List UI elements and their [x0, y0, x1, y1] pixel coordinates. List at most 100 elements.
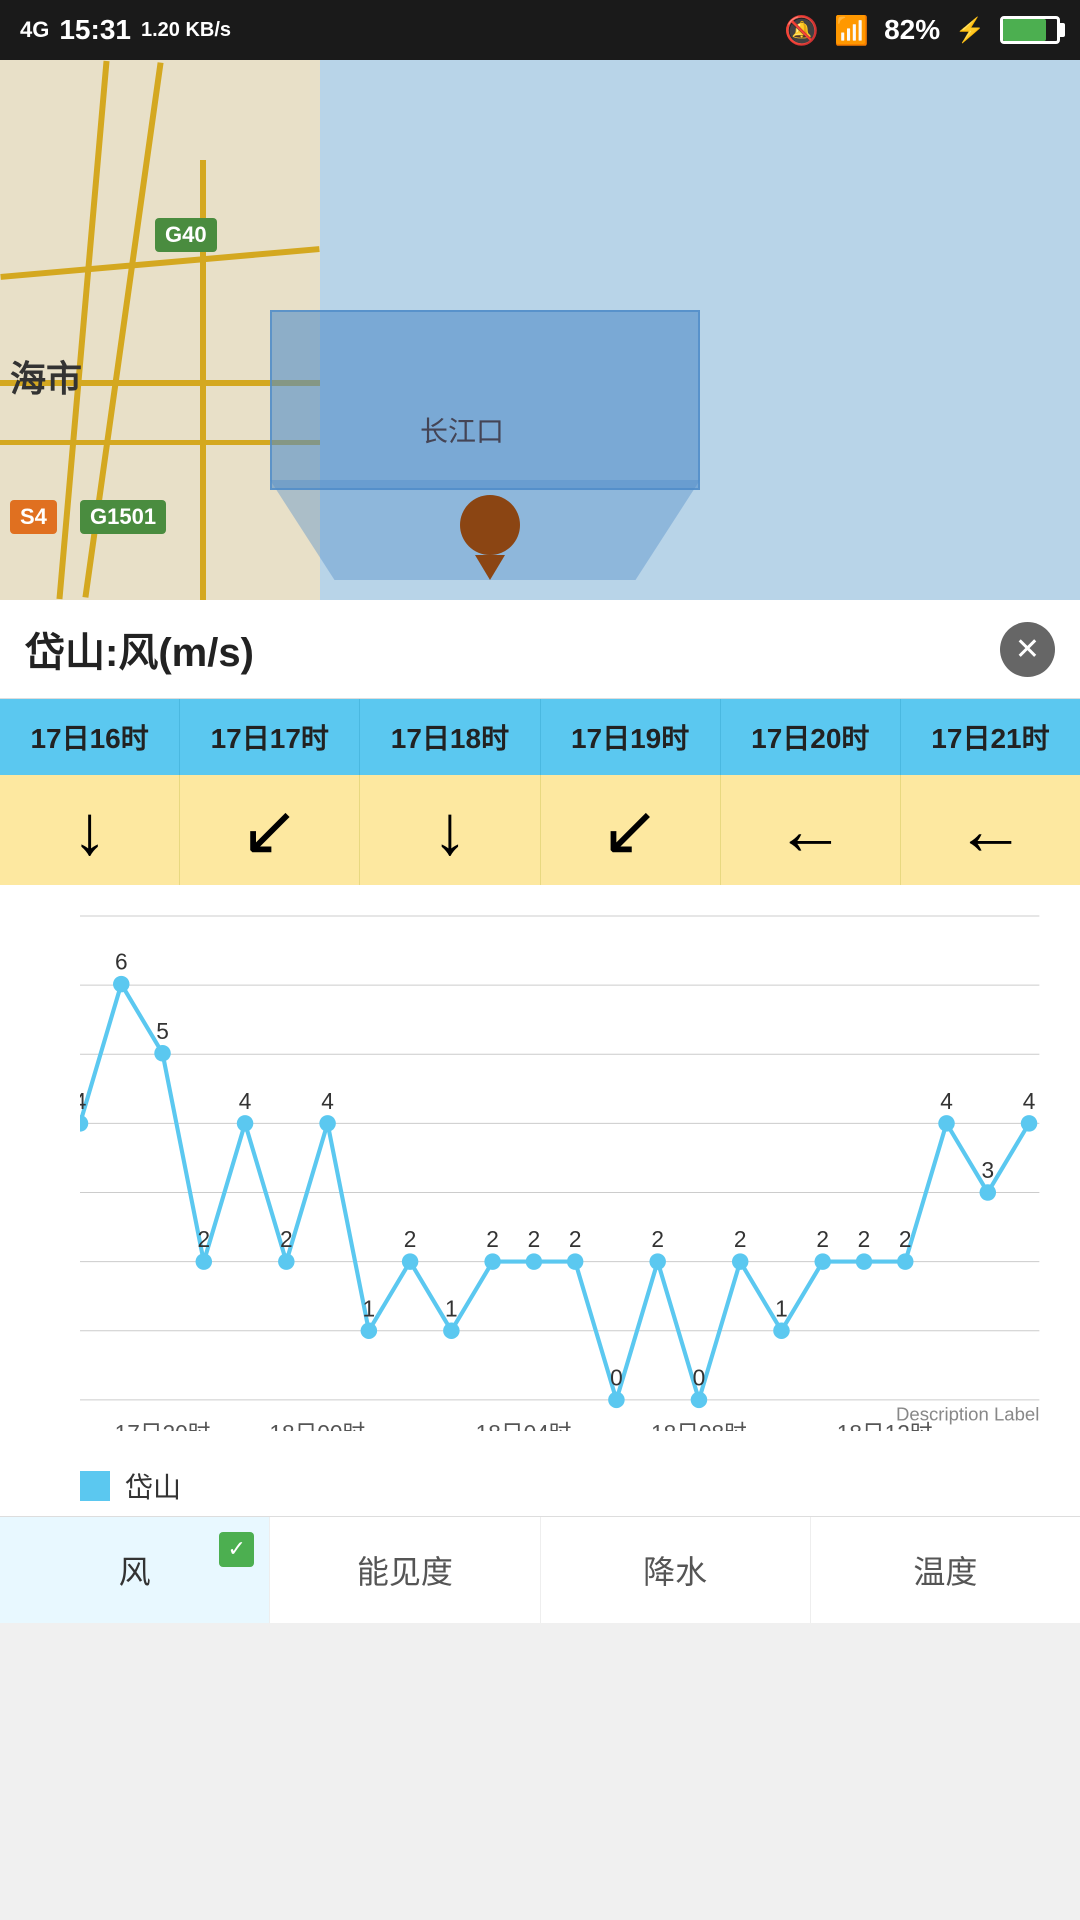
svg-text:0: 0	[693, 1364, 706, 1390]
point-3	[196, 1253, 213, 1270]
panel-title: 岱山:风(m/s)	[25, 620, 254, 678]
chart-container: 0 1 2 3 4 5 6 7	[0, 885, 1080, 1456]
legend-color-box	[80, 1471, 110, 1501]
time-slots-row: 17日16时 17日17时 17日18时 17日19时 17日20时 17日21…	[0, 699, 1080, 775]
map-label-g40: G40	[155, 218, 217, 252]
time-slot-3[interactable]: 17日19时	[541, 699, 721, 775]
svg-text:2: 2	[528, 1226, 541, 1252]
tab-wind-label: 风	[119, 1554, 151, 1590]
point-12	[567, 1253, 584, 1270]
status-left: 4G 15:31 1.20 KB/s	[20, 14, 231, 46]
time-slot-2[interactable]: 17日18时	[360, 699, 540, 775]
tab-temperature[interactable]: 温度	[811, 1517, 1080, 1623]
battery-fill	[1003, 19, 1046, 41]
status-right: 🔕 📶 82% ⚡	[784, 14, 1060, 47]
svg-text:2: 2	[816, 1226, 829, 1252]
wind-check-icon: ✓	[219, 1532, 254, 1567]
svg-text:4: 4	[80, 1088, 86, 1114]
bottom-tabs: 风 ✓ 能见度 降水 温度	[0, 1516, 1080, 1623]
map-label-s4: S4	[10, 500, 57, 534]
point-19	[856, 1253, 873, 1270]
svg-text:2: 2	[404, 1226, 417, 1252]
network-type: 4G	[20, 17, 49, 43]
speed-display: 1.20 KB/s	[141, 19, 231, 42]
map-area[interactable]: G40 S4 G1501 海市 长江口	[0, 60, 1080, 600]
svg-text:3: 3	[981, 1157, 994, 1183]
point-20	[897, 1253, 914, 1270]
svg-text:2: 2	[280, 1226, 293, 1252]
arrow-cell-5: ←	[901, 775, 1080, 885]
point-0	[80, 1115, 88, 1132]
point-18	[814, 1253, 831, 1270]
wifi-icon: 📶	[834, 14, 869, 47]
arrow-cell-1: ↙	[180, 775, 360, 885]
svg-text:1: 1	[775, 1295, 788, 1321]
arrow-row: ↓ ↙ ↓ ↙ ← ←	[0, 775, 1080, 885]
svg-text:4: 4	[940, 1088, 953, 1114]
svg-text:2: 2	[734, 1226, 747, 1252]
time-display: 15:31	[59, 14, 131, 46]
close-button[interactable]: ✕	[1000, 622, 1055, 677]
pin-tail	[475, 555, 505, 580]
lightning-icon: ⚡	[955, 16, 985, 45]
point-6	[319, 1115, 336, 1132]
point-2	[154, 1045, 171, 1062]
point-23	[1021, 1115, 1038, 1132]
tab-visibility-label: 能见度	[357, 1554, 453, 1590]
svg-text:18日08时: 18日08时	[651, 1420, 747, 1431]
svg-text:5: 5	[156, 1018, 169, 1044]
battery-icon	[1000, 16, 1060, 44]
point-1	[113, 976, 130, 993]
svg-text:Description Label: Description Label	[896, 1403, 1039, 1424]
point-22	[980, 1184, 997, 1201]
tab-wind[interactable]: 风 ✓	[0, 1517, 270, 1623]
svg-text:4: 4	[321, 1088, 334, 1114]
map-pin	[460, 495, 520, 570]
svg-text:1: 1	[363, 1295, 376, 1321]
point-11	[526, 1253, 543, 1270]
svg-text:18日04时: 18日04时	[476, 1420, 572, 1431]
point-17	[773, 1322, 790, 1339]
svg-text:0: 0	[610, 1364, 623, 1390]
point-16	[732, 1253, 749, 1270]
point-13	[608, 1392, 625, 1409]
svg-text:2: 2	[899, 1226, 912, 1252]
weather-panel: 岱山:风(m/s) ✕ 17日16时 17日17时 17日18时 17日19时 …	[0, 600, 1080, 1623]
legend-label: 岱山	[125, 1466, 181, 1506]
map-sea-label: 长江口	[420, 410, 504, 450]
svg-text:2: 2	[197, 1226, 210, 1252]
tab-visibility[interactable]: 能见度	[270, 1517, 540, 1623]
svg-text:2: 2	[569, 1226, 582, 1252]
point-21	[938, 1115, 955, 1132]
svg-text:2: 2	[858, 1226, 871, 1252]
bell-icon: 🔕	[784, 14, 819, 47]
map-sea-area	[270, 310, 700, 490]
svg-text:17日20时: 17日20时	[115, 1420, 211, 1431]
panel-header: 岱山:风(m/s) ✕	[0, 600, 1080, 699]
svg-text:18日00时: 18日00时	[269, 1420, 365, 1431]
point-5	[278, 1253, 295, 1270]
status-bar: 4G 15:31 1.20 KB/s 🔕 📶 82% ⚡	[0, 0, 1080, 60]
tab-temperature-label: 温度	[913, 1554, 977, 1590]
tab-precipitation[interactable]: 降水	[541, 1517, 811, 1623]
arrow-cell-2: ↓	[360, 775, 540, 885]
battery-percent: 82%	[884, 14, 940, 46]
svg-text:1: 1	[445, 1295, 458, 1321]
point-8	[402, 1253, 419, 1270]
arrow-cell-3: ↙	[541, 775, 721, 885]
time-slot-5[interactable]: 17日21时	[901, 699, 1080, 775]
tab-precipitation-label: 降水	[643, 1554, 707, 1590]
map-label-g1501: G1501	[80, 500, 166, 534]
svg-text:4: 4	[1023, 1088, 1036, 1114]
arrow-cell-4: ←	[721, 775, 901, 885]
map-city-label: 海市	[10, 350, 82, 402]
arrow-cell-0: ↓	[0, 775, 180, 885]
svg-text:4: 4	[239, 1088, 252, 1114]
point-14	[649, 1253, 666, 1270]
time-slot-1[interactable]: 17日17时	[180, 699, 360, 775]
close-icon: ✕	[1015, 632, 1040, 667]
time-slot-4[interactable]: 17日20时	[721, 699, 901, 775]
point-4	[237, 1115, 254, 1132]
wind-chart: 0 1 2 3 4 5 6 7	[80, 915, 1060, 1431]
time-slot-0[interactable]: 17日16时	[0, 699, 180, 775]
